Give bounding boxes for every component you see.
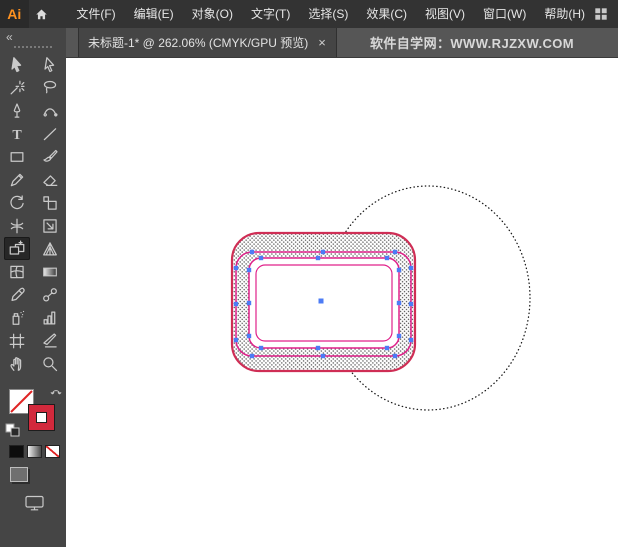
stroke-swatch-hole (36, 412, 47, 423)
canvas[interactable] (66, 58, 618, 547)
tools-panel: « T (0, 28, 66, 547)
menu-item-file[interactable]: 文件(F) (67, 0, 124, 28)
color-button[interactable] (9, 445, 24, 458)
anchor-point[interactable] (392, 353, 398, 359)
artboard-tool[interactable] (4, 329, 30, 352)
shape-builder-tool[interactable] (3, 237, 30, 260)
menu-item-type[interactable]: 文字(T) (242, 0, 299, 28)
anchor-point[interactable] (396, 333, 402, 339)
anchor-point[interactable] (246, 300, 252, 306)
selection-tool[interactable] (4, 53, 30, 76)
watermark-text: 软件自学网：WWW.RJZXW.COM (369, 36, 574, 51)
anchor-point[interactable] (320, 353, 326, 359)
color-mode-buttons (0, 441, 66, 458)
symbol-sprayer-tool[interactable] (4, 306, 30, 329)
stroke-swatch[interactable] (28, 404, 55, 431)
type-tool[interactable]: T (4, 122, 30, 145)
panel-grip[interactable] (14, 46, 52, 48)
anchor-point[interactable] (408, 265, 414, 271)
zoom-tool[interactable] (37, 352, 63, 375)
svg-text:T: T (12, 127, 22, 143)
tools-grid: T (0, 53, 66, 375)
illustrator-window: Ai 文件(F) 编辑(E) 对象(O) 文字(T) 选择(S) 效果(C) 视图(V) 窗口… (0, 0, 618, 547)
rotate-tool[interactable] (4, 191, 30, 214)
draw-mode-button[interactable] (10, 467, 28, 482)
free-transform-tool[interactable] (37, 214, 63, 237)
close-tab-icon[interactable]: × (317, 36, 327, 49)
menu-item-object[interactable]: 对象(O) (183, 0, 242, 28)
anchor-point[interactable] (408, 337, 414, 343)
scale-tool[interactable] (37, 191, 63, 214)
mesh-tool[interactable] (4, 260, 30, 283)
anchor-point[interactable] (315, 345, 321, 351)
menu-item-help[interactable]: 帮助(H) (535, 0, 594, 28)
menu-item-window[interactable]: 窗口(W) (474, 0, 535, 28)
anchor-point[interactable] (320, 249, 326, 255)
pencil-tool[interactable] (4, 168, 30, 191)
column-graph-tool[interactable] (37, 306, 63, 329)
home-icon[interactable] (29, 0, 56, 28)
anchor-point[interactable] (258, 345, 264, 351)
artwork-svg (230, 185, 531, 411)
anchor-point[interactable] (249, 249, 255, 255)
rectangle-tool[interactable] (4, 145, 30, 168)
magic-wand-tool[interactable] (4, 76, 30, 99)
app-bar: Ai 文件(F) 编辑(E) 对象(O) 文字(T) 选择(S) 效果(C) 视图(V) 窗口… (0, 0, 618, 28)
document-tab[interactable]: 未标题-1* @ 262.06% (CMYK/GPU 预览) × (78, 28, 337, 57)
document-tab-title: 未标题-1* @ 262.06% (CMYK/GPU 预览) (88, 36, 309, 50)
anchor-point[interactable] (249, 353, 255, 359)
pen-tool[interactable] (4, 99, 30, 122)
anchor-point[interactable] (384, 255, 390, 261)
line-tool[interactable] (37, 122, 63, 145)
anchor-point[interactable] (396, 267, 402, 273)
perspective-grid-tool[interactable] (37, 237, 63, 260)
anchor-point[interactable] (315, 255, 321, 261)
anchor-point[interactable] (408, 301, 414, 307)
fill-stroke-swatches (0, 383, 66, 441)
none-button[interactable] (45, 445, 60, 458)
menu-item-effect[interactable]: 效果(C) (357, 0, 416, 28)
anchor-point[interactable] (246, 333, 252, 339)
collapse-panel-button[interactable]: « (0, 28, 66, 43)
anchor-point[interactable] (392, 249, 398, 255)
anchor-point[interactable] (246, 267, 252, 273)
anchor-point[interactable] (384, 345, 390, 351)
menu-item-view[interactable]: 视图(V) (416, 0, 474, 28)
menu-item-select[interactable]: 选择(S) (299, 0, 357, 28)
lasso-tool[interactable] (37, 76, 63, 99)
swap-fill-stroke-icon[interactable] (50, 385, 62, 403)
width-tool[interactable] (4, 214, 30, 237)
screen-mode-button[interactable] (24, 494, 46, 512)
anchor-point[interactable] (233, 337, 239, 343)
eraser-tool[interactable] (37, 168, 63, 191)
document-tab-bar: 未标题-1* @ 262.06% (CMYK/GPU 预览) × 软件自学网：W… (66, 28, 618, 58)
center-anchor[interactable] (318, 298, 324, 304)
paintbrush-tool[interactable] (37, 145, 63, 168)
eyedropper-tool[interactable] (4, 283, 30, 306)
curvature-tool[interactable] (37, 99, 63, 122)
menu-bar: 文件(F) 编辑(E) 对象(O) 文字(T) 选择(S) 效果(C) 视图(V) 窗口(W)… (67, 0, 594, 28)
hand-tool[interactable] (4, 352, 30, 375)
selected-round-rect-fill[interactable] (248, 257, 400, 349)
anchor-point[interactable] (233, 301, 239, 307)
blend-tool[interactable] (37, 283, 63, 306)
default-fill-stroke-icon[interactable] (5, 423, 21, 442)
gradient-tool[interactable] (37, 260, 63, 283)
anchor-point[interactable] (396, 300, 402, 306)
anchor-point[interactable] (233, 265, 239, 271)
direct-selection-tool[interactable] (37, 53, 63, 76)
anchor-point[interactable] (258, 255, 264, 261)
gradient-button[interactable] (27, 445, 42, 458)
menu-item-edit[interactable]: 编辑(E) (125, 0, 183, 28)
illustrator-logo[interactable]: Ai (0, 0, 29, 28)
arrange-documents-icon[interactable] (594, 0, 618, 28)
slice-tool[interactable] (37, 329, 63, 352)
